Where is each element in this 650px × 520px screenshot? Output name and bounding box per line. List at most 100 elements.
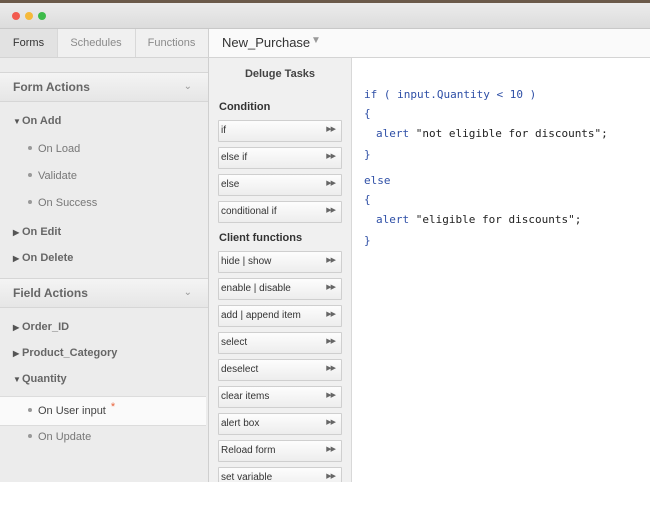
field-label: Quantity	[22, 373, 67, 385]
keyword-if: if	[364, 88, 378, 101]
chevron-down-icon[interactable]: ⌄	[184, 287, 192, 298]
code-line-alert-1[interactable]: alert "not eligible for discounts";	[376, 127, 608, 140]
task-set-variable[interactable]: set variable ▶▶	[218, 467, 342, 482]
top-tab-bar: Forms Schedules Functions	[0, 29, 208, 58]
code-line-close-brace[interactable]: }	[364, 148, 371, 161]
task-reload-form[interactable]: Reload form ▶▶	[218, 440, 342, 462]
sub-event-validate[interactable]: Validate	[28, 170, 77, 182]
sub-event-on-load[interactable]: On Load	[28, 143, 80, 155]
task-deselect[interactable]: deselect ▶▶	[218, 359, 342, 381]
task-hide-show[interactable]: hide | show ▶▶	[218, 251, 342, 273]
task-label: add | append item	[221, 310, 301, 321]
event-label: On Delete	[22, 252, 74, 264]
field-product-category[interactable]: ▶ Product_Category	[13, 347, 117, 359]
document-title[interactable]: New_Purchase	[222, 35, 310, 50]
double-arrow-icon: ▶▶	[326, 126, 336, 133]
bullet-icon	[28, 408, 32, 413]
task-label: clear items	[221, 391, 270, 402]
double-arrow-icon: ▶▶	[326, 180, 336, 187]
chevron-down-icon[interactable]: ▼	[311, 35, 321, 46]
triangle-down-icon: ▼	[13, 117, 21, 126]
deluge-tasks-panel: Deluge Tasks Condition if ▶▶ else if ▶▶ el…	[209, 58, 352, 482]
task-if[interactable]: if ▶▶	[218, 120, 342, 142]
event-on-delete[interactable]: ▶ On Delete	[13, 252, 73, 264]
chevron-down-icon[interactable]: ⌄	[184, 81, 192, 92]
task-else[interactable]: else ▶▶	[218, 174, 342, 196]
form-actions-header[interactable]: Form Actions ⌄	[0, 72, 208, 102]
event-label: On Add	[22, 115, 62, 127]
client-functions-group-label: Client functions	[219, 232, 303, 244]
field-actions-label: Field Actions	[13, 286, 88, 300]
sub-event-label: Validate	[38, 170, 77, 182]
sub-event-label: On User input	[38, 405, 106, 417]
task-conditional-if[interactable]: conditional if ▶▶	[218, 201, 342, 223]
if-condition: ( input.Quantity < 10 )	[377, 88, 537, 101]
double-arrow-icon: ▶▶	[326, 153, 336, 160]
modified-marker: *	[110, 401, 116, 413]
close-window-button[interactable]	[12, 12, 20, 20]
bullet-icon	[28, 173, 32, 178]
event-on-add[interactable]: ▼On Add	[13, 115, 61, 127]
tab-functions[interactable]: Functions	[135, 29, 208, 57]
double-arrow-icon: ▶▶	[326, 338, 336, 345]
triangle-right-icon: ▶	[13, 323, 20, 332]
sub-event-on-user-input-row[interactable]: On User input *	[0, 396, 206, 426]
sub-event-on-user-input[interactable]: On User input *	[28, 401, 115, 417]
sub-event-label: On Success	[38, 197, 98, 209]
code-line-if[interactable]: if ( input.Quantity < 10 )	[364, 88, 536, 101]
code-line-alert-2[interactable]: alert "eligible for discounts";	[376, 213, 581, 226]
minimize-window-button[interactable]	[25, 12, 33, 20]
keyword-alert: alert	[376, 213, 410, 226]
document-header: New_Purchase ▼	[208, 29, 650, 58]
task-enable-disable[interactable]: enable | disable ▶▶	[218, 278, 342, 300]
code-line-open-brace[interactable]: {	[364, 107, 371, 120]
sub-event-label: On Load	[38, 143, 81, 155]
double-arrow-icon: ▶▶	[326, 392, 336, 399]
alert-message: "eligible for discounts";	[409, 213, 582, 226]
triangle-right-icon: ▶	[13, 349, 20, 358]
double-arrow-icon: ▶▶	[326, 473, 336, 480]
task-clear-items[interactable]: clear items ▶▶	[218, 386, 342, 408]
alert-message: "not eligible for discounts";	[409, 127, 608, 140]
bullet-icon	[28, 146, 32, 151]
condition-group-label: Condition	[219, 101, 271, 113]
actions-sidebar: Form Actions ⌄ ▼On Add On Load Validate …	[0, 58, 209, 482]
double-arrow-icon: ▶▶	[326, 446, 336, 453]
task-label: else if	[221, 152, 248, 163]
task-label: select	[221, 337, 248, 348]
tab-forms[interactable]: Forms	[0, 29, 58, 57]
task-select[interactable]: select ▶▶	[218, 332, 342, 354]
keyword-alert: alert	[376, 127, 410, 140]
task-label: set variable	[221, 472, 273, 482]
code-line-else[interactable]: else	[364, 174, 391, 187]
event-on-edit[interactable]: ▶ On Edit	[13, 226, 61, 238]
bullet-icon	[28, 200, 32, 205]
triangle-right-icon: ▶	[13, 254, 20, 263]
task-label: enable | disable	[221, 283, 291, 294]
triangle-right-icon: ▶	[13, 228, 20, 237]
zoom-window-button[interactable]	[38, 12, 46, 20]
code-line-open-brace[interactable]: {	[364, 193, 371, 206]
task-add-append-item[interactable]: add | append item ▶▶	[218, 305, 342, 327]
double-arrow-icon: ▶▶	[326, 311, 336, 318]
double-arrow-icon: ▶▶	[326, 365, 336, 372]
double-arrow-icon: ▶▶	[326, 419, 336, 426]
double-arrow-icon: ▶▶	[326, 207, 336, 214]
field-actions-header[interactable]: Field Actions ⌄	[0, 278, 208, 308]
task-label: else	[221, 179, 240, 190]
field-label: Order_ID	[22, 321, 70, 333]
script-editor[interactable]: if ( input.Quantity < 10 ) { alert "not …	[352, 58, 650, 482]
task-label: conditional if	[221, 206, 277, 217]
field-order-id[interactable]: ▶ Order_ID	[13, 321, 69, 333]
tab-schedules[interactable]: Schedules	[57, 29, 136, 57]
sub-event-on-update[interactable]: On Update	[28, 431, 91, 443]
double-arrow-icon: ▶▶	[326, 257, 336, 264]
task-alert-box[interactable]: alert box ▶▶	[218, 413, 342, 435]
sub-event-label: On Update	[38, 431, 92, 443]
task-label: hide | show	[221, 256, 272, 267]
field-quantity[interactable]: ▼Quantity	[13, 373, 67, 385]
task-else-if[interactable]: else if ▶▶	[218, 147, 342, 169]
code-line-close-brace[interactable]: }	[364, 234, 371, 247]
sub-event-on-success[interactable]: On Success	[28, 197, 97, 209]
task-label: deselect	[221, 364, 259, 375]
